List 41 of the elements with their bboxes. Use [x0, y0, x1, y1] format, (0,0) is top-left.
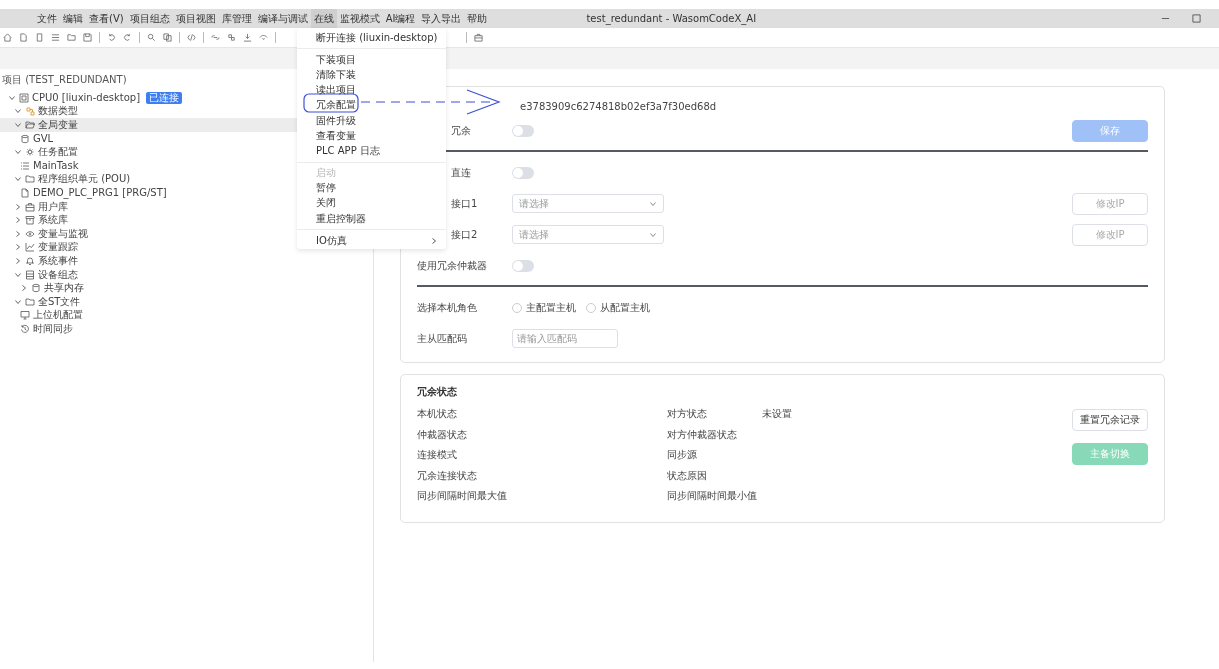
tree-item-label: 程序组织单元 (POU): [38, 172, 131, 187]
field-label: 接口2: [451, 228, 478, 240]
card-title: 冗余状态: [417, 385, 458, 399]
tree-item-label: 全ST文件: [38, 294, 81, 309]
field-label: 选择本机角色: [417, 301, 477, 313]
field-label: 接口1: [451, 197, 478, 209]
tree-item-label: 数据类型: [38, 104, 78, 119]
tree-item-label: 设备组态: [38, 267, 78, 282]
tree-item-label: 任务配置: [38, 145, 78, 160]
status-value: 未设置: [762, 407, 792, 421]
status-label: 本机状态: [417, 407, 458, 421]
field-label: 冗余: [451, 124, 471, 136]
tree-item-label: GVL: [33, 133, 54, 145]
device-id: e3783909c6274818b02ef3a7f30ed68d: [519, 101, 718, 114]
tree-item-label: 系统事件: [38, 253, 78, 268]
tree-item-label: CPU0 [liuxin-desktop]: [32, 92, 141, 104]
tree-item-label: 上位机配置: [33, 308, 83, 323]
status-label: 对方仲裁器状态: [667, 427, 738, 442]
status-label: 同步源: [667, 448, 698, 462]
status-label: 仲裁器状态: [417, 427, 468, 442]
status-badge: 已连接: [146, 91, 183, 104]
project-header: 项目 (TEST_REDUNDANT): [2, 73, 127, 87]
status-label: 同步间隔时间最小值: [667, 489, 758, 503]
status-label: 对方状态: [667, 407, 708, 421]
tree-item-label: 共享内存: [44, 281, 84, 296]
tree-item-label: 用户库: [38, 199, 68, 214]
status-label: 同步间隔时间最大值: [417, 489, 508, 503]
tree-item-label: MainTask: [33, 160, 79, 172]
status-label: 连接模式: [417, 448, 458, 462]
tree-item-label: 全局变量: [38, 118, 78, 132]
field-label: 使用冗余仲裁器: [417, 259, 487, 271]
tree-item-label: 时间同步: [33, 321, 73, 336]
status-label: 冗余连接状态: [417, 468, 478, 483]
tree-item-label: 系统库: [38, 213, 68, 228]
status-label: 状态原因: [667, 468, 708, 483]
tree-item-label: 变量跟踪: [38, 240, 78, 255]
field-label: 直连: [451, 166, 471, 178]
tree-item-label: DEMO_PLC_PRG1 [PRG/ST]: [33, 187, 167, 199]
tree-item-label: 变量与监视: [38, 226, 88, 241]
window-title: test_redundant - WasomCodeX_AI: [586, 13, 757, 24]
field-label: 主从匹配码: [417, 332, 467, 344]
